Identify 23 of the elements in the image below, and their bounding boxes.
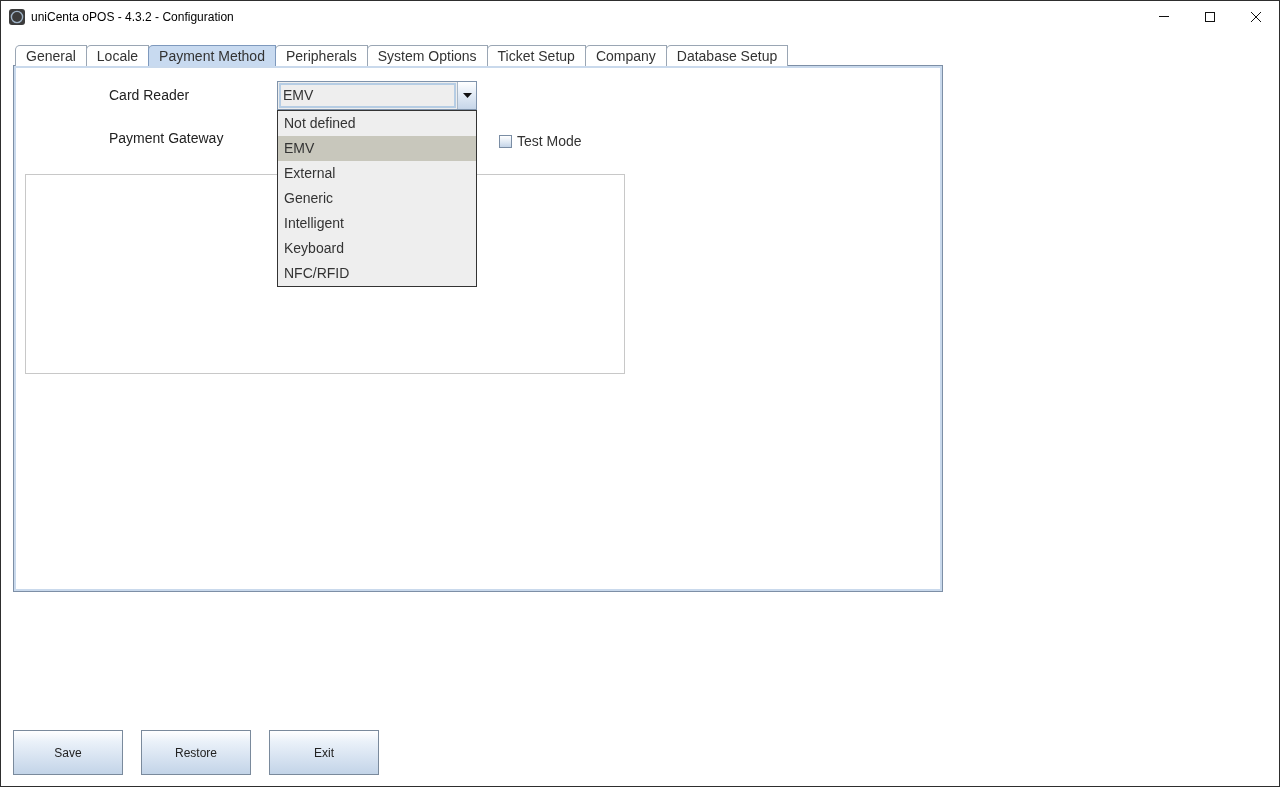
caret-down-icon <box>462 93 472 98</box>
action-button[interactable]: Restore <box>141 730 251 775</box>
checkbox-label: Test Mode <box>517 131 582 151</box>
tab[interactable]: Locale <box>85 45 150 66</box>
tab[interactable]: Ticket Setup <box>486 45 586 66</box>
tab[interactable]: Peripherals <box>274 45 368 66</box>
app-icon <box>9 8 25 25</box>
action-button[interactable]: Save <box>13 730 123 775</box>
maximize-icon <box>1205 11 1215 22</box>
field-label: Card Reader <box>109 86 191 105</box>
dropdown-option[interactable]: EMV <box>278 136 476 161</box>
window-title: uniCenta oPOS - 4.3.2 - Configuration <box>31 8 234 26</box>
action-button[interactable]: Exit <box>269 730 379 775</box>
minimize-icon <box>1159 16 1169 17</box>
test-mode-checkbox[interactable] <box>499 134 512 148</box>
tab[interactable]: General <box>15 45 87 66</box>
tab[interactable]: Company <box>584 45 667 66</box>
card-reader-dropdown[interactable]: EMV <box>277 81 477 110</box>
tab[interactable]: System Options <box>366 45 488 66</box>
field-label: Payment Gateway <box>109 129 225 148</box>
tab[interactable]: Database Setup <box>665 45 789 66</box>
close-icon <box>1251 11 1261 22</box>
tab[interactable]: Payment Method <box>148 45 276 66</box>
